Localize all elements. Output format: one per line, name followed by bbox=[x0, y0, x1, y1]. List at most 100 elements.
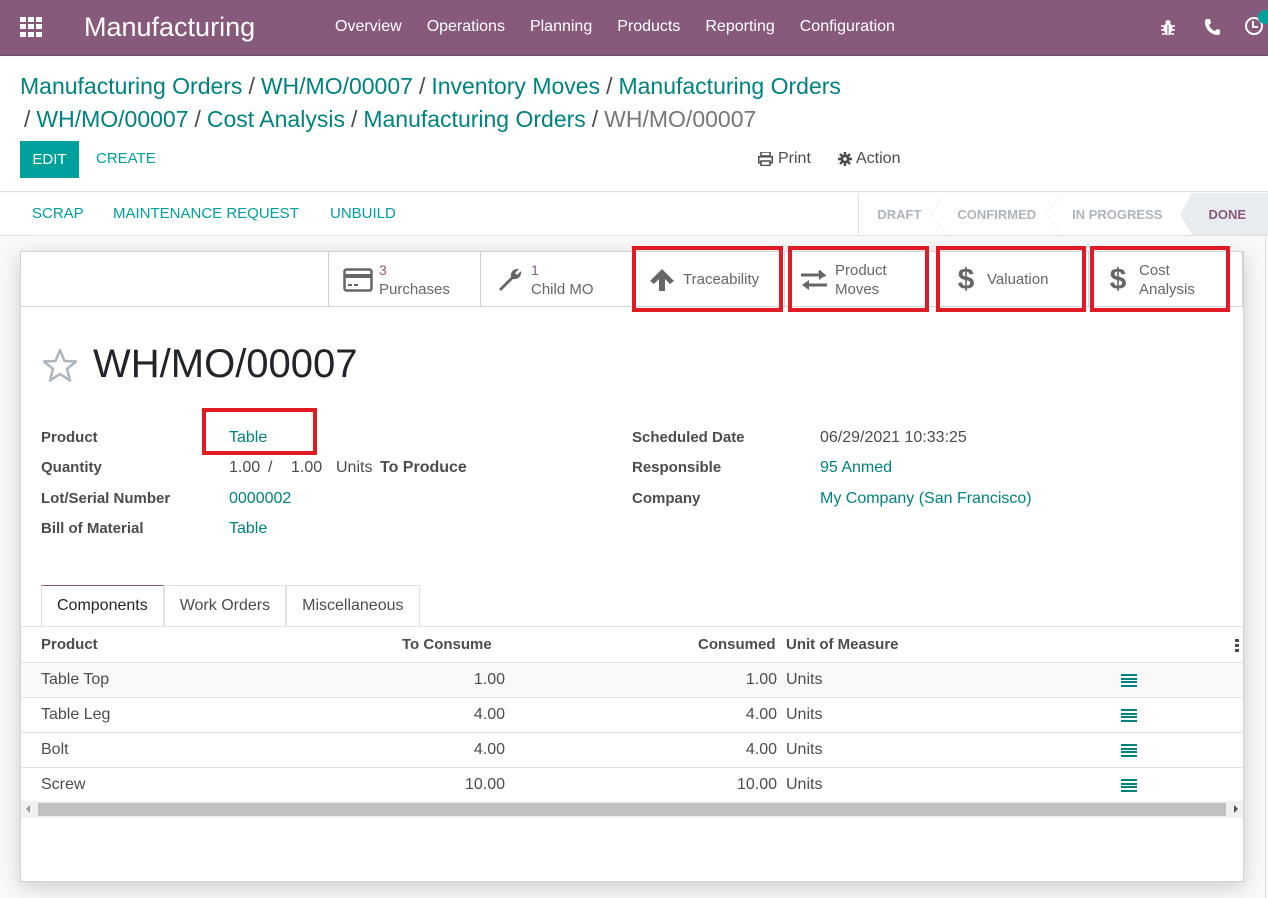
horizontal-scrollbar[interactable] bbox=[21, 801, 1243, 818]
breadcrumb-item[interactable]: Manufacturing Orders bbox=[363, 106, 585, 132]
breadcrumb-separator: / bbox=[606, 73, 613, 99]
menu-operations[interactable]: Operations bbox=[427, 18, 505, 36]
components-table: Product To Consume Consumed Unit of Meas… bbox=[21, 627, 1243, 803]
child-mo-count: 1 bbox=[531, 261, 539, 278]
table-row[interactable]: Bolt 4.00 4.00 Units bbox=[21, 733, 1243, 768]
detailed-operations-icon[interactable] bbox=[1121, 709, 1137, 722]
col-uom[interactable]: Unit of Measure bbox=[786, 636, 899, 653]
credit-card-icon bbox=[343, 267, 373, 292]
control-panel: Manufacturing Orders / WH/MO/00007/Invento… bbox=[0, 57, 1268, 192]
maintenance-request-button[interactable]: MAINTENANCE REQUEST bbox=[113, 205, 299, 222]
smart-button-box: 3 Purchases 1 Child MO Traceability Prod… bbox=[21, 252, 1243, 307]
wrench-icon bbox=[499, 268, 522, 291]
row-product: Bolt bbox=[41, 741, 69, 758]
menu-overview[interactable]: Overview bbox=[335, 18, 402, 36]
record-title: WH/MO/00007 bbox=[93, 342, 358, 386]
row-consumed: 10.00 bbox=[736, 776, 777, 793]
detailed-operations-icon[interactable] bbox=[1121, 744, 1137, 757]
tab-work-orders[interactable]: Work Orders bbox=[163, 585, 287, 626]
create-button[interactable]: CREATE bbox=[96, 150, 156, 167]
apps-menu-icon[interactable] bbox=[20, 17, 42, 37]
breadcrumb-item[interactable]: Manufacturing Orders bbox=[618, 73, 840, 99]
tab-components[interactable]: Components bbox=[41, 585, 164, 626]
breadcrumb-item[interactable]: Cost Analysis bbox=[207, 106, 345, 132]
app-name[interactable]: Manufacturing bbox=[84, 12, 255, 43]
scheduled-date-label: Scheduled Date bbox=[632, 429, 745, 446]
product-moves-smart-button[interactable]: Product Moves bbox=[784, 252, 936, 307]
breadcrumb-item[interactable]: Manufacturing Orders bbox=[20, 73, 242, 99]
menu-reporting[interactable]: Reporting bbox=[705, 18, 774, 36]
breadcrumb-item[interactable]: WH/MO/00007 bbox=[36, 106, 188, 132]
tab-miscellaneous[interactable]: Miscellaneous bbox=[286, 585, 420, 626]
row-consumed: 4.00 bbox=[745, 706, 777, 723]
edit-button[interactable]: EDIT bbox=[20, 141, 79, 178]
purchases-smart-button[interactable]: 3 Purchases bbox=[328, 252, 480, 307]
row-uom: Units bbox=[786, 741, 823, 758]
scroll-left-arrow-icon[interactable] bbox=[26, 805, 30, 813]
scrap-button[interactable]: SCRAP bbox=[32, 205, 84, 222]
quantity-total: 1.00 bbox=[291, 459, 323, 476]
row-product: Table Leg bbox=[41, 706, 111, 723]
purchases-count: 3 bbox=[379, 261, 387, 278]
cost-analysis-label-2: Analysis bbox=[1139, 280, 1195, 298]
table-row[interactable]: Screw 10.00 10.00 Units bbox=[21, 768, 1243, 803]
lot-value[interactable]: 0000002 bbox=[229, 490, 291, 508]
cost-analysis-smart-button[interactable]: $ Cost Analysis bbox=[1088, 252, 1243, 307]
breadcrumb-separator: / bbox=[24, 106, 31, 132]
row-consumed: 1.00 bbox=[745, 671, 777, 688]
traceability-smart-button[interactable]: Traceability bbox=[632, 252, 784, 307]
bom-value[interactable]: Table bbox=[229, 520, 267, 538]
bom-label: Bill of Material bbox=[41, 520, 144, 537]
form-statusbar: SCRAP MAINTENANCE REQUEST UNBUILD DRAFT … bbox=[0, 193, 1268, 236]
lot-label: Lot/Serial Number bbox=[41, 490, 171, 507]
menu-configuration[interactable]: Configuration bbox=[800, 18, 895, 36]
main-menu: Overview Operations Planning Products Re… bbox=[335, 18, 920, 36]
breadcrumb-separator: / bbox=[194, 106, 201, 132]
responsible-value[interactable]: 95 Anmed bbox=[820, 459, 892, 477]
favorite-star-icon[interactable] bbox=[41, 347, 79, 385]
print-button[interactable]: Print bbox=[758, 150, 811, 168]
col-product[interactable]: Product bbox=[41, 636, 98, 653]
row-to-consume: 10.00 bbox=[464, 776, 505, 793]
responsible-label: Responsible bbox=[632, 459, 722, 476]
col-to-consume[interactable]: To Consume bbox=[402, 636, 492, 653]
traceability-label: Traceability bbox=[683, 271, 760, 288]
debug-bug-icon[interactable] bbox=[1160, 19, 1176, 35]
notebook-tabs: Components Work Orders Miscellaneous bbox=[41, 585, 420, 626]
print-label: Print bbox=[778, 150, 811, 167]
cost-analysis-label-1: Cost bbox=[1139, 261, 1170, 279]
company-value[interactable]: My Company (San Francisco) bbox=[820, 490, 1032, 508]
col-consumed[interactable]: Consumed bbox=[698, 636, 776, 653]
breadcrumb-separator: / bbox=[350, 106, 358, 132]
quantity-done: 1.00 bbox=[229, 459, 261, 476]
stage-pipeline: DRAFT CONFIRMED IN PROGRESS DONE bbox=[858, 193, 1268, 235]
scroll-right-arrow-icon[interactable] bbox=[1234, 805, 1238, 813]
breadcrumb-item[interactable]: WH/MO/00007 bbox=[261, 73, 413, 99]
exchange-icon bbox=[801, 269, 827, 290]
scheduled-date-value: 06/29/2021 10:33:25 bbox=[820, 429, 967, 446]
phone-icon[interactable] bbox=[1204, 18, 1220, 36]
row-to-consume: 4.00 bbox=[473, 741, 505, 758]
optional-columns-icon[interactable] bbox=[1235, 639, 1239, 653]
action-button[interactable]: Action bbox=[838, 150, 900, 168]
table-row[interactable]: Table Leg 4.00 4.00 Units bbox=[21, 698, 1243, 733]
action-label: Action bbox=[856, 150, 901, 167]
menu-planning[interactable]: Planning bbox=[530, 18, 592, 36]
child-mo-smart-button[interactable]: 1 Child MO bbox=[480, 252, 632, 307]
menu-products[interactable]: Products bbox=[617, 18, 680, 36]
table-row[interactable]: Table Top 1.00 1.00 Units bbox=[21, 663, 1243, 698]
stage-done[interactable]: DONE bbox=[1180, 193, 1268, 235]
stage-in-progress[interactable]: IN PROGRESS bbox=[1054, 193, 1180, 235]
dollar-icon: $ bbox=[957, 262, 975, 296]
product-value[interactable]: Table bbox=[229, 429, 267, 447]
detailed-operations-icon[interactable] bbox=[1121, 674, 1137, 687]
scrollbar-thumb[interactable] bbox=[38, 803, 1226, 816]
breadcrumb-item[interactable]: Inventory Moves bbox=[431, 73, 600, 99]
purchases-label: Purchases bbox=[379, 280, 450, 298]
stage-draft[interactable]: DRAFT bbox=[859, 193, 948, 235]
unbuild-button[interactable]: UNBUILD bbox=[330, 205, 396, 222]
detailed-operations-icon[interactable] bbox=[1121, 779, 1137, 792]
valuation-smart-button[interactable]: $ Valuation bbox=[936, 252, 1088, 307]
stage-confirmed[interactable]: CONFIRMED bbox=[939, 193, 1062, 235]
breadcrumb-separator: / bbox=[418, 73, 426, 99]
